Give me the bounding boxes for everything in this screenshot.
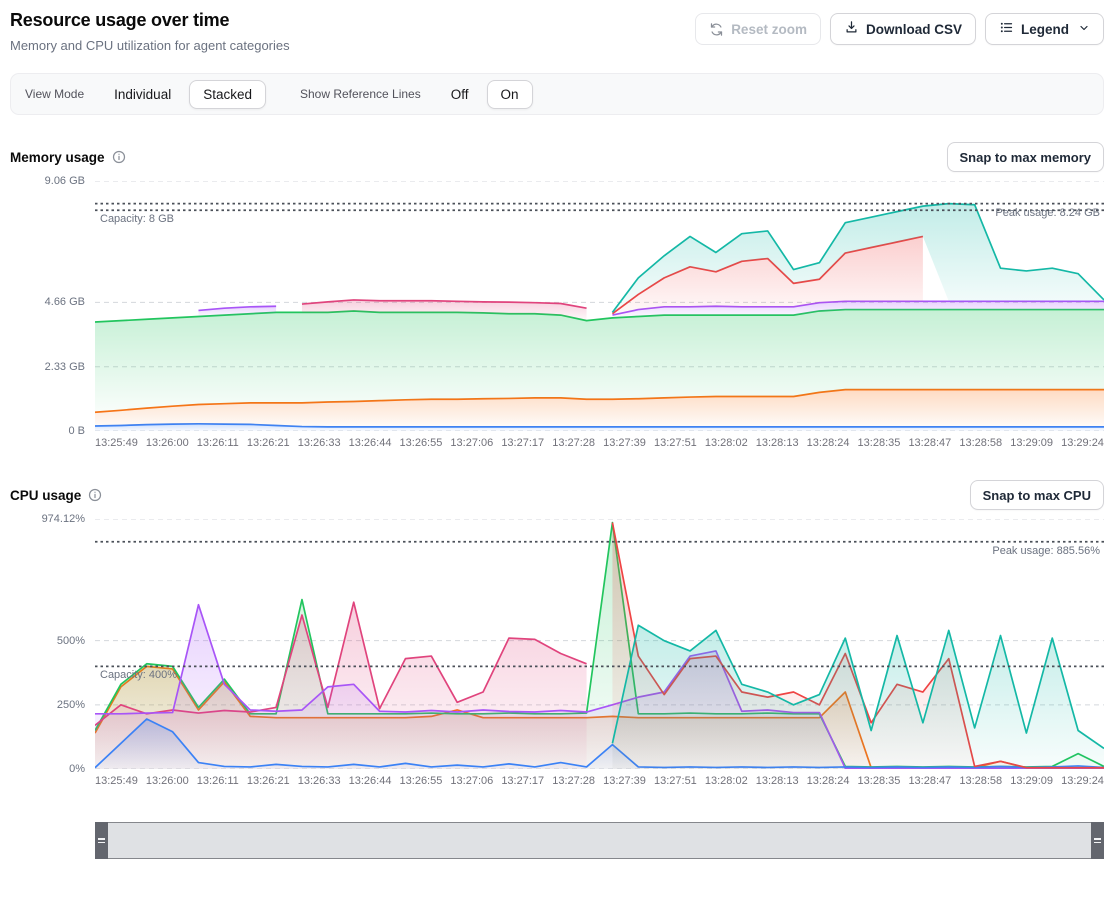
y-axis-tick-label: 974.12%: [10, 512, 85, 526]
brush-handle-left[interactable]: [95, 822, 108, 859]
x-axis-tick-label: 13:26:00: [146, 437, 189, 449]
header-actions: Reset zoom Download CSV Legend: [695, 13, 1104, 45]
header: Resource usage over time Memory and CPU …: [10, 10, 1104, 53]
x-axis-tick-label: 13:29:09: [1010, 775, 1053, 787]
page-title: Resource usage over time: [10, 10, 290, 31]
x-axis-tick-label: 13:29:24: [1061, 437, 1104, 449]
x-axis-tick-label: 13:27:39: [603, 437, 646, 449]
x-axis-tick-label: 13:27:39: [603, 775, 646, 787]
x-axis-tick-label: 13:26:44: [349, 437, 392, 449]
peak-usage-reference-label: Peak usage: 885.56%: [992, 545, 1100, 557]
resource-usage-page: Resource usage over time Memory and CPU …: [0, 0, 1116, 859]
reset-zoom-button[interactable]: Reset zoom: [695, 13, 821, 45]
info-icon[interactable]: [112, 150, 126, 164]
x-axis-tick-label: 13:26:21: [247, 775, 290, 787]
memory-chart-plot-area[interactable]: 9.06 GB4.66 GB2.33 GB0 BPeak usage: 8.24…: [95, 181, 1104, 431]
cpu-section-title: CPU usage: [10, 488, 81, 503]
view-mode-label: View Mode: [25, 87, 84, 101]
x-axis-tick-label: 13:29:24: [1061, 775, 1104, 787]
snap-to-max-cpu-button[interactable]: Snap to max CPU: [970, 480, 1104, 510]
y-axis-tick-label: 0%: [10, 762, 85, 776]
header-text: Resource usage over time Memory and CPU …: [10, 10, 290, 53]
legend-label: Legend: [1021, 22, 1069, 37]
view-mode-stacked-option[interactable]: Stacked: [189, 80, 266, 109]
x-axis-tick-label: 13:28:02: [705, 437, 748, 449]
y-axis-tick-label: 9.06 GB: [10, 174, 85, 188]
download-icon: [844, 20, 859, 38]
y-axis-tick-label: 0 B: [10, 424, 85, 438]
reference-lines-on-option[interactable]: On: [487, 80, 533, 109]
refresh-icon: [709, 22, 724, 37]
x-axis-tick-label: 13:27:51: [654, 775, 697, 787]
snap-to-max-memory-button[interactable]: Snap to max memory: [947, 142, 1105, 172]
list-icon: [999, 20, 1014, 38]
x-axis-tick-label: 13:26:33: [298, 775, 341, 787]
x-axis-tick-label: 13:28:58: [959, 775, 1002, 787]
x-axis-tick-label: 13:26:33: [298, 437, 341, 449]
chevron-down-icon: [1078, 22, 1090, 37]
x-axis-tick-label: 13:27:17: [501, 775, 544, 787]
x-axis-tick-label: 13:28:35: [858, 775, 901, 787]
y-axis-tick-label: 250%: [10, 698, 85, 712]
x-axis-tick-label: 13:26:44: [349, 775, 392, 787]
y-axis-tick-label: 500%: [10, 634, 85, 648]
x-axis-tick-label: 13:26:21: [247, 437, 290, 449]
x-axis-tick-label: 13:25:49: [95, 775, 138, 787]
reset-zoom-label: Reset zoom: [731, 22, 807, 37]
memory-section-title: Memory usage: [10, 150, 105, 165]
x-axis-tick-label: 13:28:13: [756, 775, 799, 787]
x-axis-tick-label: 13:26:11: [197, 775, 239, 787]
x-axis-tick-label: 13:27:28: [552, 437, 595, 449]
x-axis-tick-label: 13:29:09: [1010, 437, 1053, 449]
x-axis-tick-label: 13:28:24: [807, 437, 850, 449]
x-axis-tick-label: 13:28:47: [908, 775, 951, 787]
x-axis-tick-label: 13:28:47: [908, 437, 951, 449]
x-axis-tick-label: 13:26:11: [197, 437, 239, 449]
reference-lines-off-option[interactable]: Off: [437, 80, 483, 109]
x-axis-tick-label: 13:28:24: [807, 775, 850, 787]
show-reference-lines-label: Show Reference Lines: [300, 87, 421, 101]
x-axis-tick-label: 13:28:02: [705, 775, 748, 787]
memory-section-header: Memory usage Snap to max memory: [10, 142, 1104, 172]
y-axis-tick-label: 2.33 GB: [10, 360, 85, 374]
brush-handle-right[interactable]: [1091, 822, 1104, 859]
memory-section-title-row: Memory usage: [10, 150, 126, 165]
y-axis-tick-label: 4.66 GB: [10, 295, 85, 309]
view-mode-individual-option[interactable]: Individual: [100, 80, 185, 109]
cpu-chart-plot-area[interactable]: 974.12%500%250%0%Peak usage: 885.56%Capa…: [95, 519, 1104, 769]
memory-chart-x-axis: 13:25:49 13:26:00 13:26:11 13:26:21 13:26:33…: [10, 437, 1104, 449]
download-csv-label: Download CSV: [866, 22, 962, 37]
cpu-chart-x-axis: 13:25:49 13:26:00 13:26:11 13:26:21 13:26:33…: [10, 775, 1104, 787]
page-subtitle: Memory and CPU utilization for agent cat…: [10, 38, 290, 53]
legend-dropdown-button[interactable]: Legend: [985, 13, 1104, 45]
download-csv-button[interactable]: Download CSV: [830, 13, 976, 45]
x-axis-tick-label: 13:27:28: [552, 775, 595, 787]
x-axis-tick-label: 13:27:06: [450, 775, 493, 787]
chart-controls-bar: View Mode Individual Stacked Show Refere…: [10, 73, 1104, 115]
x-axis-tick-label: 13:26:55: [400, 775, 443, 787]
x-axis-tick-label: 13:27:51: [654, 437, 697, 449]
x-axis-tick-label: 13:28:58: [959, 437, 1002, 449]
x-axis-tick-label: 13:25:49: [95, 437, 138, 449]
capacity-reference-label: Capacity: 8 GB: [100, 213, 174, 225]
x-axis-tick-label: 13:26:00: [146, 775, 189, 787]
time-range-brush[interactable]: [95, 822, 1104, 859]
x-axis-tick-label: 13:27:06: [450, 437, 493, 449]
x-axis-tick-label: 13:26:55: [400, 437, 443, 449]
x-axis-tick-label: 13:28:35: [858, 437, 901, 449]
x-axis-tick-label: 13:27:17: [501, 437, 544, 449]
peak-usage-reference-label: Peak usage: 8.24 GB: [995, 207, 1100, 219]
memory-chart: 9.06 GB4.66 GB2.33 GB0 BPeak usage: 8.24…: [10, 181, 1104, 431]
cpu-section-title-row: CPU usage: [10, 488, 102, 503]
cpu-section-header: CPU usage Snap to max CPU: [10, 480, 1104, 510]
info-icon[interactable]: [88, 488, 102, 502]
x-axis-tick-label: 13:28:13: [756, 437, 799, 449]
cpu-chart: 974.12%500%250%0%Peak usage: 885.56%Capa…: [10, 519, 1104, 769]
capacity-reference-label: Capacity: 400%: [100, 669, 177, 681]
